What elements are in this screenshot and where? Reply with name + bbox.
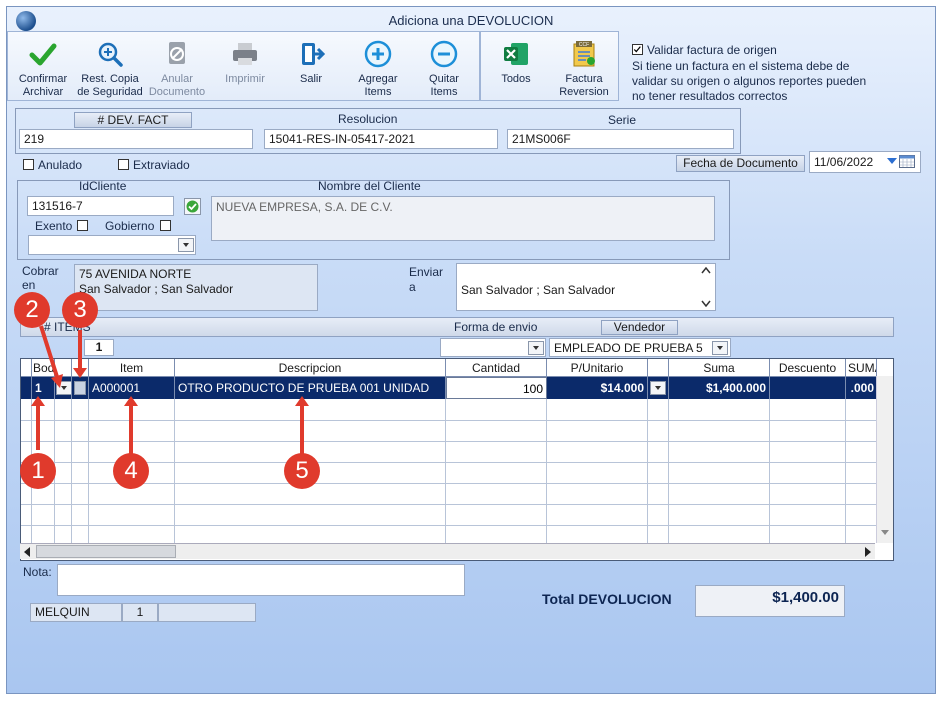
status-user: MELQUIN (30, 603, 122, 622)
arrow-2-icon (39, 325, 60, 381)
callout-5: 5 (284, 453, 320, 489)
arrow-4-head-icon (124, 396, 138, 406)
nota-field[interactable] (57, 564, 465, 596)
status-extra (158, 603, 256, 622)
arrow-5-head-icon (295, 396, 309, 406)
total-devolucion-label: Total DEVOLUCION (542, 591, 672, 607)
callout-2: 2 (14, 292, 50, 328)
nota-label: Nota: (23, 565, 52, 579)
callout-4: 4 (113, 453, 149, 489)
arrow-3-head-icon (73, 368, 87, 378)
callout-1: 1 (20, 453, 56, 489)
callout-3: 3 (62, 292, 98, 328)
arrow-2-head-icon (51, 374, 63, 388)
total-devolucion-value: $1,400.00 (695, 585, 845, 617)
status-number: 1 (122, 603, 158, 622)
arrow-1-head-icon (31, 396, 45, 406)
